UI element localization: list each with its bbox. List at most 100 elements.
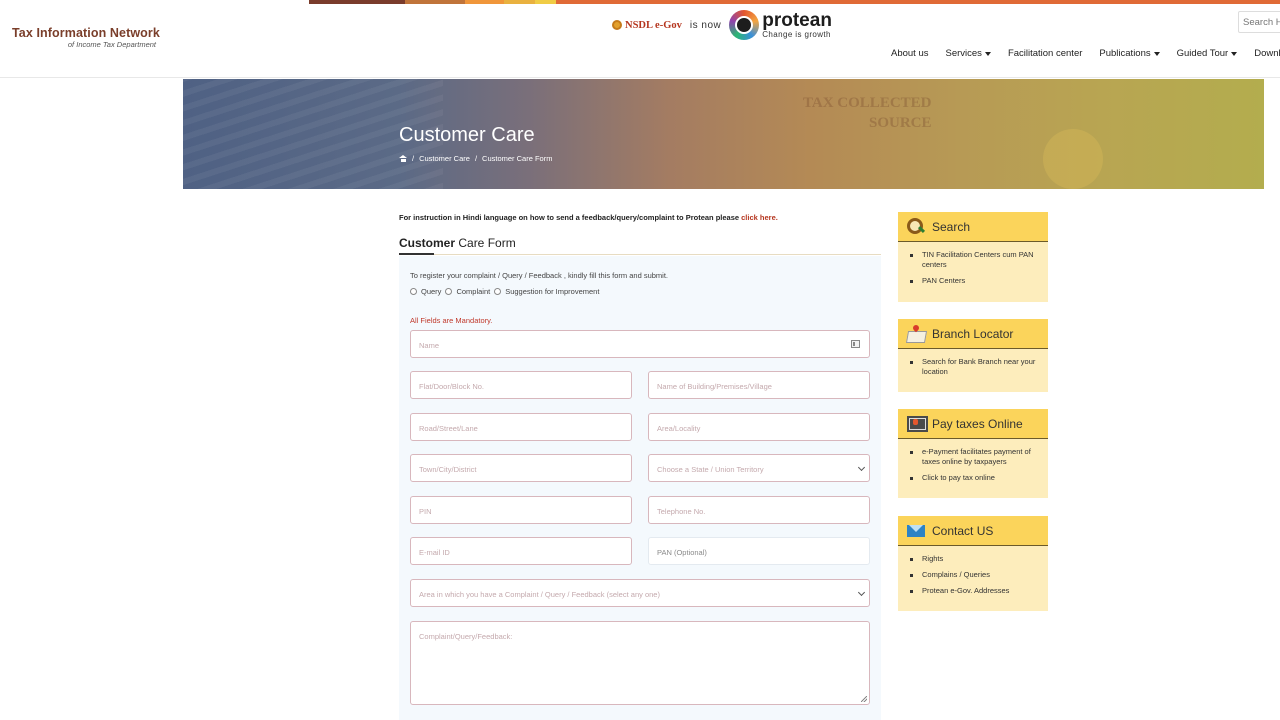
nav-download[interactable]: Download bbox=[1254, 48, 1280, 59]
nav-services[interactable]: Services bbox=[946, 48, 991, 59]
widget-title: Branch Locator bbox=[932, 326, 1014, 341]
radio-button[interactable] bbox=[445, 288, 453, 295]
nav-facilitation-center[interactable]: Facilitation center bbox=[1008, 48, 1082, 59]
main-nav: About us Services Facilitation center Pu… bbox=[891, 48, 1280, 59]
stripe-segment bbox=[309, 0, 405, 4]
radio-label: Complaint bbox=[456, 287, 491, 296]
stripe-segment bbox=[465, 0, 504, 4]
widget-link[interactable]: PAN Centers bbox=[910, 276, 1038, 286]
field-placeholder: Road/Street/Lane bbox=[419, 424, 478, 433]
widget-header[interactable]: Search bbox=[898, 212, 1048, 242]
form-intro: To register your complaint / Query / Fee… bbox=[410, 271, 669, 280]
nsdl-name: NSDL e-Gov bbox=[625, 19, 682, 31]
form-heading-rest: Care Form bbox=[455, 236, 516, 250]
pin-field[interactable]: PIN bbox=[410, 496, 632, 524]
page-banner: TAX COLLECTED SOURCE Customer Care / Cust… bbox=[183, 79, 1264, 189]
banner-watermark: TAX COLLECTED SOURCE bbox=[803, 93, 932, 133]
nav-about-us[interactable]: About us bbox=[891, 48, 929, 59]
stripe-segment bbox=[504, 0, 535, 4]
widget-link[interactable]: Rights bbox=[910, 554, 1038, 564]
road-field[interactable]: Road/Street/Lane bbox=[410, 413, 632, 441]
nav-guided-tour[interactable]: Guided Tour bbox=[1177, 48, 1238, 59]
widget-link[interactable]: TIN Facilitation Centers cum PAN centers bbox=[910, 250, 1038, 270]
brand-lockup[interactable]: NSDL e-Gov is now protean Change is grow… bbox=[612, 8, 832, 42]
widget-header[interactable]: Pay taxes Online bbox=[898, 409, 1048, 439]
widget-title: Pay taxes Online bbox=[932, 416, 1023, 431]
click-here-link[interactable]: click here. bbox=[741, 213, 778, 222]
breadcrumb-separator: / bbox=[412, 154, 415, 163]
stripe-segment bbox=[556, 0, 1280, 4]
field-placeholder: PIN bbox=[419, 507, 432, 516]
select-value: Area in which you have a Complaint / Que… bbox=[419, 590, 660, 599]
site-logo-title[interactable]: Tax Information Network bbox=[12, 26, 160, 40]
widget-link[interactable]: Complains / Queries bbox=[910, 570, 1038, 580]
name-field[interactable]: Name bbox=[410, 330, 870, 358]
heading-accent bbox=[399, 253, 434, 255]
resize-handle[interactable] bbox=[861, 696, 867, 702]
breadcrumb-separator: / bbox=[474, 154, 478, 163]
nsdl-logo: NSDL e-Gov bbox=[612, 20, 682, 31]
nsdl-mark-icon bbox=[612, 20, 622, 30]
field-placeholder: E-mail ID bbox=[419, 548, 450, 557]
widget-header[interactable]: Contact US bbox=[898, 516, 1048, 546]
town-field[interactable]: Town/City/District bbox=[410, 454, 632, 482]
field-placeholder: Area/Locality bbox=[657, 424, 701, 433]
widget-title: Search bbox=[932, 219, 971, 234]
state-select[interactable]: Choose a State / Union Territory bbox=[648, 454, 870, 482]
message-textarea[interactable]: Complaint/Query/Feedback: bbox=[410, 621, 870, 705]
caret-down-icon bbox=[1231, 51, 1238, 56]
brand-connector: is now bbox=[689, 19, 722, 31]
complaint-area-select[interactable]: Area in which you have a Complaint / Que… bbox=[410, 579, 870, 607]
select-value: Choose a State / Union Territory bbox=[657, 465, 764, 474]
radio-button[interactable] bbox=[410, 288, 417, 295]
home-icon[interactable] bbox=[399, 155, 407, 162]
field-placeholder: Name bbox=[419, 341, 440, 350]
field-placeholder: Telephone No. bbox=[657, 507, 706, 516]
flat-field[interactable]: Flat/Door/Block No. bbox=[410, 371, 632, 399]
form-heading: Customer Care Form bbox=[399, 236, 516, 250]
nav-publications[interactable]: Publications bbox=[1099, 48, 1160, 59]
request-type-radio-group: Query Complaint Suggestion for Improveme… bbox=[410, 287, 603, 296]
radio-label: Suggestion for Improvement bbox=[505, 287, 600, 296]
breadcrumb-current: Customer Care Form bbox=[482, 154, 553, 163]
widget-link[interactable]: Search for Bank Branch near your locatio… bbox=[910, 357, 1038, 377]
widget-pay-taxes: Pay taxes Online e-Payment facilitates p… bbox=[898, 409, 1048, 498]
nav-label: Download bbox=[1254, 48, 1280, 59]
search-icon bbox=[907, 218, 924, 235]
widget-title: Contact US bbox=[932, 523, 994, 538]
chevron-down-icon bbox=[857, 463, 866, 472]
nav-label: Services bbox=[945, 48, 982, 59]
pan-field[interactable]: PAN (Optional) bbox=[648, 537, 870, 565]
protean-logo-icon bbox=[729, 10, 760, 40]
protean-name: protean bbox=[762, 10, 832, 31]
widget-link[interactable]: e-Payment facilitates payment of taxes o… bbox=[910, 447, 1038, 467]
field-placeholder: PAN (Optional) bbox=[657, 548, 707, 557]
watermark-line: SOURCE bbox=[868, 115, 932, 131]
widget-link[interactable]: Protean e-Gov. Addresses bbox=[910, 586, 1038, 596]
widget-link[interactable]: Click to pay tax online bbox=[910, 473, 1038, 483]
field-placeholder: Town/City/District bbox=[419, 465, 477, 474]
area-field[interactable]: Area/Locality bbox=[648, 413, 870, 441]
radio-query[interactable]: Query bbox=[410, 287, 441, 296]
monitor-icon bbox=[907, 415, 928, 432]
nav-label: Facilitation center bbox=[1007, 48, 1083, 59]
breadcrumb-customer-care[interactable]: Customer Care bbox=[419, 154, 470, 163]
watermark-line: TAX COLLECTED bbox=[803, 95, 932, 111]
site-header: Tax Information Network of Income Tax De… bbox=[0, 0, 1280, 78]
chevron-down-icon bbox=[857, 588, 866, 597]
telephone-field[interactable]: Telephone No. bbox=[648, 496, 870, 524]
radio-complaint[interactable]: Complaint bbox=[445, 287, 490, 296]
top-color-stripe bbox=[309, 0, 1280, 4]
site-search-input[interactable] bbox=[1238, 11, 1280, 33]
widget-branch-locator: Branch Locator Search for Bank Branch ne… bbox=[898, 319, 1048, 392]
breadcrumb: / Customer Care / Customer Care Form bbox=[399, 154, 552, 163]
widget-header[interactable]: Branch Locator bbox=[898, 319, 1048, 349]
radio-suggestion[interactable]: Suggestion for Improvement bbox=[494, 287, 599, 296]
email-field[interactable]: E-mail ID bbox=[410, 537, 632, 565]
stripe-segment bbox=[535, 0, 556, 4]
widget-search: Search TIN Facilitation Centers cum PAN … bbox=[898, 212, 1048, 302]
radio-button[interactable] bbox=[494, 288, 502, 295]
mandatory-note: All Fields are Mandatory. bbox=[410, 316, 493, 325]
building-field[interactable]: Name of Building/Premises/Village bbox=[648, 371, 870, 399]
radio-label: Query bbox=[421, 287, 442, 296]
